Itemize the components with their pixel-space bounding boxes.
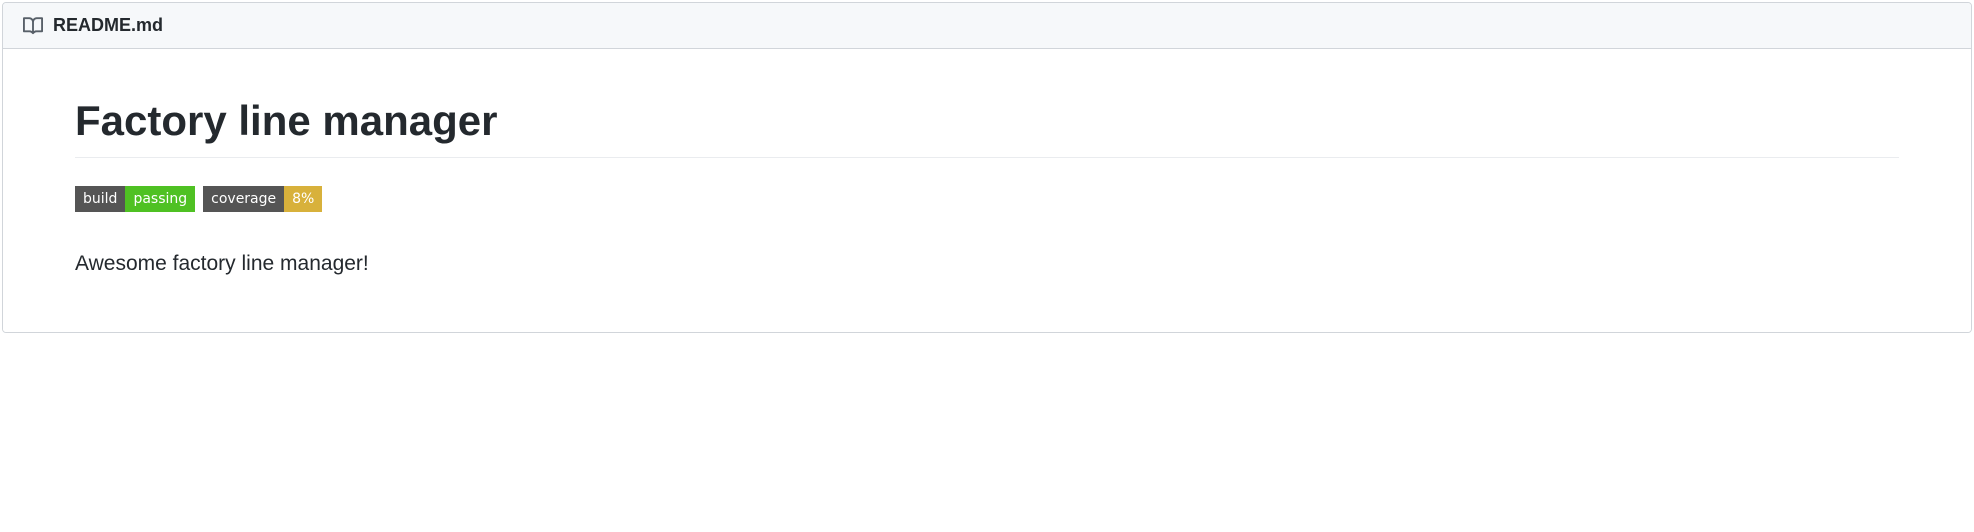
coverage-badge-label: coverage <box>203 186 284 212</box>
readme-header: README.md <box>3 3 1971 49</box>
coverage-badge[interactable]: coverage 8% <box>203 186 322 212</box>
badges-row: build passing coverage 8% <box>75 186 1899 212</box>
readme-filename[interactable]: README.md <box>53 15 163 36</box>
build-badge[interactable]: build passing <box>75 186 195 212</box>
book-icon <box>23 16 43 36</box>
readme-box: README.md Factory line manager build pas… <box>2 2 1972 333</box>
build-badge-value: passing <box>125 186 195 212</box>
readme-description: Awesome factory line manager! <box>75 252 1899 276</box>
build-badge-label: build <box>75 186 125 212</box>
readme-title: Factory line manager <box>75 97 1899 158</box>
readme-content: Factory line manager build passing cover… <box>3 49 1971 332</box>
coverage-badge-value: 8% <box>284 186 322 212</box>
